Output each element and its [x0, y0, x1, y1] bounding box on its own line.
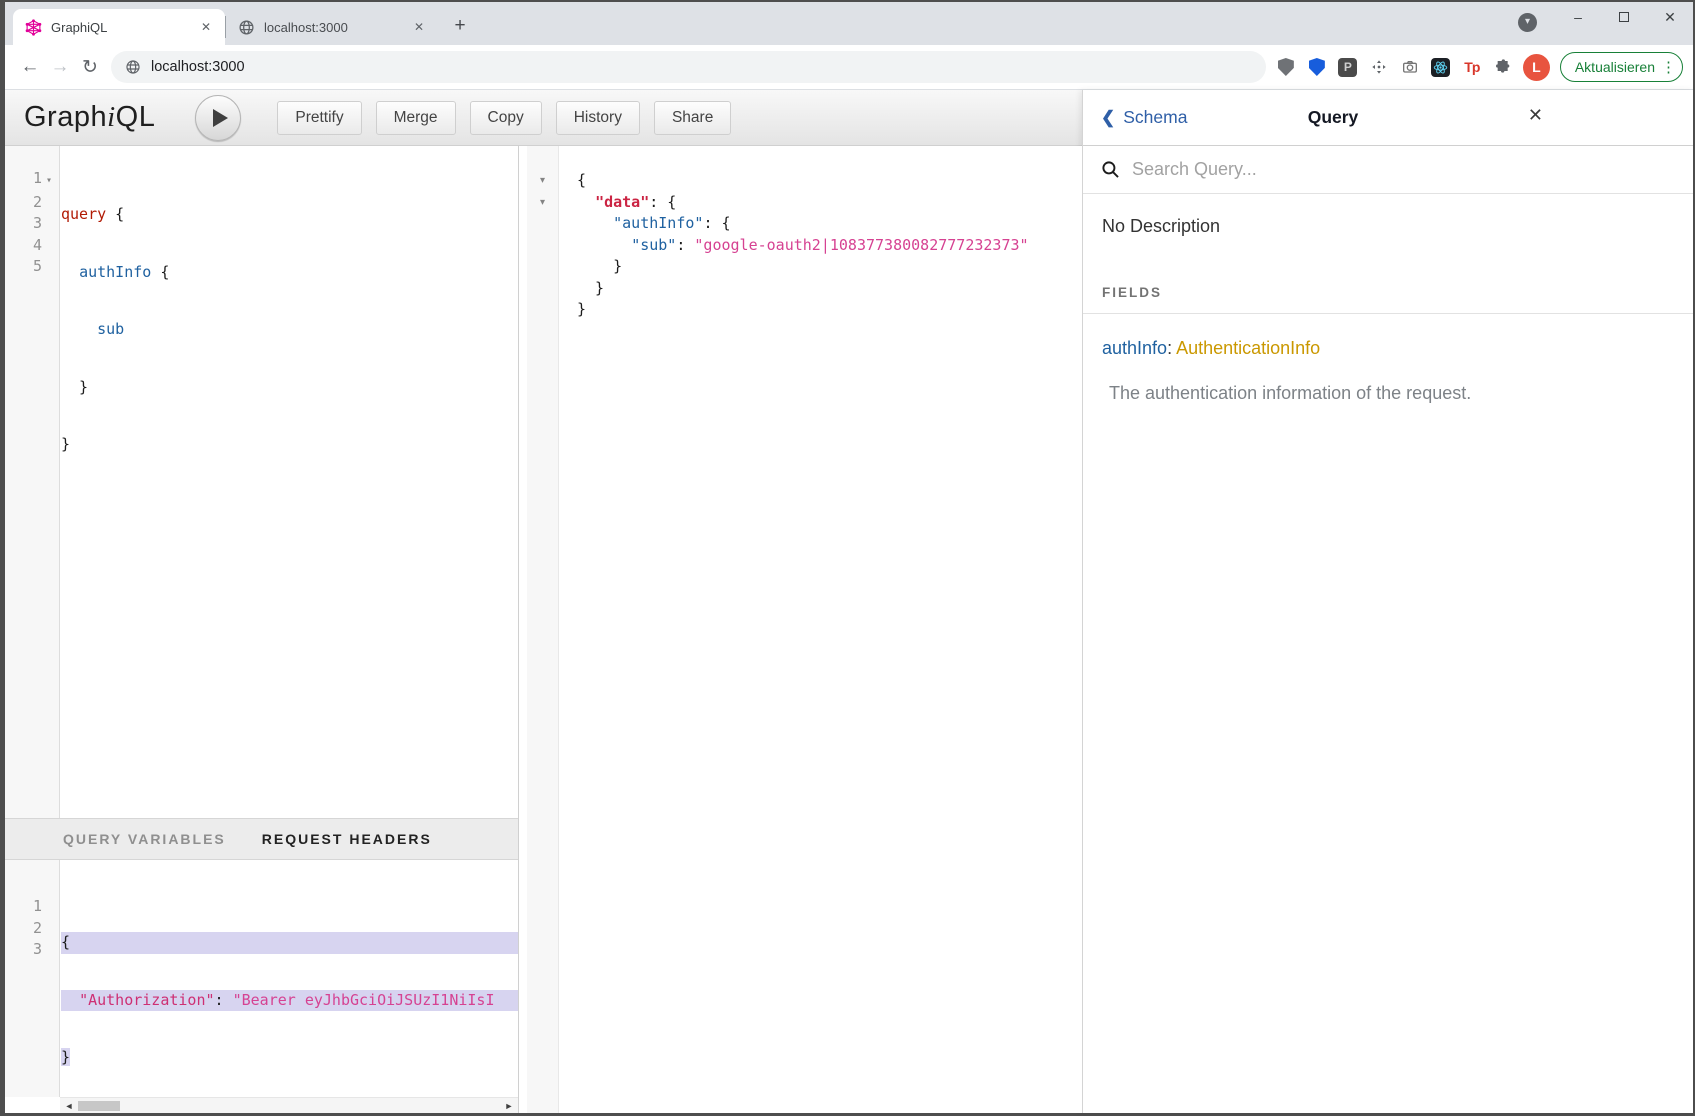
tab-search-button[interactable]: ▾ — [1518, 13, 1537, 32]
tab-graphiql[interactable]: GraphiQL ✕ — [13, 9, 225, 45]
field-name-link[interactable]: authInfo — [1102, 338, 1167, 358]
history-button[interactable]: History — [556, 101, 640, 135]
field-type-link[interactable]: AuthenticationInfo — [1176, 338, 1320, 358]
graphiql-topbar: GraphiQL Prettify Merge Copy History Sha… — [5, 90, 1082, 146]
execute-button[interactable] — [195, 95, 241, 141]
doc-title: Query — [1083, 107, 1583, 128]
code-line: } — [61, 377, 518, 399]
ublock-icon[interactable] — [1276, 57, 1296, 77]
refresh-label: Aktualisieren — [1575, 59, 1655, 75]
overflow-menu-icon[interactable]: ⋮ — [1661, 58, 1676, 76]
browser-window: GraphiQL ✕ localhost:3000 ✕ + ▾ – ✕ ← → … — [5, 2, 1693, 1113]
code-line: } — [577, 256, 1082, 278]
extensions-row: P Tp — [1276, 57, 1513, 77]
query-pane: 1▾ 2 3 4 5 query { authInfo { sub } } — [5, 146, 519, 1113]
scroll-right-icon[interactable]: ► — [502, 1099, 516, 1113]
fold-arrow-icon[interactable]: ▾ — [527, 192, 558, 214]
merge-button[interactable]: Merge — [376, 101, 456, 135]
site-globe-icon — [125, 59, 141, 75]
doc-fields-label: FIELDS — [1083, 285, 1693, 300]
response-fold-gutter: ▾ ▾ — [527, 146, 559, 1113]
browser-navbar: ← → ↻ localhost:3000 P Tp — [5, 45, 1693, 90]
move-crosshair-icon[interactable] — [1369, 57, 1389, 77]
new-tab-button[interactable]: + — [446, 13, 474, 41]
back-button[interactable]: ← — [15, 52, 45, 82]
profile-avatar[interactable]: L — [1523, 54, 1550, 81]
fold-arrow-icon[interactable]: ▾ — [527, 170, 558, 192]
search-icon — [1101, 160, 1120, 179]
tab-strip: GraphiQL ✕ localhost:3000 ✕ + ▾ – ✕ — [5, 2, 1693, 45]
tab-request-headers[interactable]: REQUEST HEADERS — [262, 831, 432, 847]
code-line: "authInfo": { — [577, 213, 1082, 235]
share-button[interactable]: Share — [654, 101, 731, 135]
response-pane: ▾ ▾ { "data": { "authInfo": { "sub": "go… — [519, 146, 1082, 1113]
tab-query-variables[interactable]: QUERY VARIABLES — [63, 831, 226, 847]
tab-title: GraphiQL — [51, 20, 197, 35]
code-line: } — [61, 434, 518, 456]
reload-button[interactable]: ↻ — [75, 52, 105, 82]
code-line: { — [577, 170, 1082, 192]
query-editor[interactable]: 1▾ 2 3 4 5 query { authInfo { sub } } — [5, 146, 518, 818]
doc-search-row — [1083, 146, 1693, 194]
url-text: localhost:3000 — [151, 59, 245, 75]
doc-close-icon[interactable]: ✕ — [1528, 105, 1543, 126]
code-line: } — [61, 1047, 518, 1069]
code-line: { — [61, 932, 518, 954]
refresh-extension-button[interactable]: Aktualisieren ⋮ — [1560, 52, 1683, 82]
doc-body: No Description FIELDS authInfo: Authenti… — [1083, 194, 1693, 1113]
code-line: "sub": "google-oauth2|108377380082777232… — [577, 235, 1082, 257]
forward-button[interactable]: → — [45, 52, 75, 82]
address-bar[interactable]: localhost:3000 — [111, 51, 1266, 83]
tab-title: localhost:3000 — [264, 20, 410, 35]
tab-localhost[interactable]: localhost:3000 ✕ — [226, 9, 438, 45]
react-devtools-icon[interactable] — [1431, 57, 1451, 77]
close-window-button[interactable]: ✕ — [1647, 2, 1693, 32]
graphiql-logo: GraphiQL — [24, 101, 155, 134]
tp-extension-icon[interactable]: Tp — [1462, 57, 1482, 77]
copy-button[interactable]: Copy — [470, 101, 542, 135]
doc-explorer: ❮ Schema Query ✕ No Description FIELDS a… — [1082, 90, 1693, 1113]
query-code[interactable]: query { authInfo { sub } } — [61, 168, 518, 492]
p-extension-icon[interactable]: P — [1338, 57, 1358, 77]
graphql-logo-icon — [25, 19, 42, 36]
code-line: authInfo { — [61, 262, 518, 284]
tab-close-icon[interactable]: ✕ — [197, 18, 215, 36]
code-line: "data": { — [577, 192, 1082, 214]
query-editor-gutter: 1▾ 2 3 4 5 — [5, 146, 60, 818]
code-line: } — [577, 299, 1082, 321]
code-line: "Authorization": "Bearer eyJhbGciOiJSUzI… — [61, 990, 518, 1012]
doc-no-description: No Description — [1083, 216, 1693, 237]
globe-icon — [238, 19, 255, 36]
maximize-icon — [1619, 12, 1629, 22]
fold-arrow-icon[interactable]: ▾ — [42, 170, 56, 192]
code-line: sub — [61, 319, 518, 341]
horizontal-scrollbar[interactable]: ◄ ► — [60, 1097, 518, 1113]
graphiql-main: GraphiQL Prettify Merge Copy History Sha… — [5, 90, 1082, 1113]
secondary-editor-tabs: QUERY VARIABLES REQUEST HEADERS — [5, 818, 518, 860]
divider — [1083, 313, 1693, 314]
extensions-puzzle-icon[interactable] — [1493, 57, 1513, 77]
doc-field-row: authInfo: AuthenticationInfo — [1083, 338, 1693, 359]
editors-area: 1▾ 2 3 4 5 query { authInfo { sub } } — [5, 146, 1082, 1113]
window-controls: – ✕ — [1555, 2, 1693, 32]
code-line: } — [577, 278, 1082, 300]
tab-close-icon[interactable]: ✕ — [410, 18, 428, 36]
minimize-button[interactable]: – — [1555, 2, 1601, 32]
prettify-button[interactable]: Prettify — [277, 101, 361, 135]
camera-icon[interactable] — [1400, 57, 1420, 77]
response-viewer[interactable]: { "data": { "authInfo": { "sub": "google… — [577, 170, 1082, 321]
doc-search-input[interactable] — [1132, 159, 1591, 180]
field-description: The authentication information of the re… — [1083, 383, 1693, 404]
play-icon — [213, 109, 228, 127]
request-headers-editor[interactable]: 1 2 3 { "Authorization": "Bearer eyJhbGc… — [5, 860, 518, 1097]
code-line: query { — [61, 204, 518, 226]
doc-explorer-header: ❮ Schema Query ✕ — [1083, 90, 1693, 146]
scrollbar-thumb[interactable] — [78, 1101, 120, 1111]
headers-code[interactable]: { "Authorization": "Bearer eyJhbGciOiJSU… — [61, 896, 518, 1105]
headers-editor-gutter: 1 2 3 — [5, 860, 60, 1097]
graphiql-app: GraphiQL Prettify Merge Copy History Sha… — [5, 90, 1693, 1113]
bitwarden-icon[interactable] — [1307, 57, 1327, 77]
maximize-button[interactable] — [1601, 2, 1647, 32]
scroll-left-icon[interactable]: ◄ — [62, 1099, 76, 1113]
